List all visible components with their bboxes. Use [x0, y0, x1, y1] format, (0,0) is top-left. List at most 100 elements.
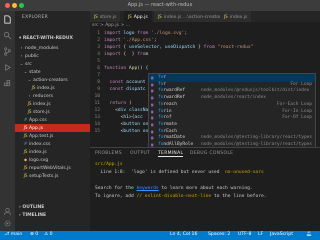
file-tree-item-label: action-creators	[33, 78, 68, 83]
code-line[interactable]: return (	[104, 101, 132, 106]
outline-section-header[interactable]: › OUTLINE	[19, 205, 44, 210]
file-tree-item-label: index.js	[33, 102, 51, 107]
file-tree-item[interactable]: ⌄ src	[15, 60, 90, 68]
suggestion-rest: r	[163, 81, 167, 87]
file-tree-item[interactable]: ⌄ state	[15, 68, 90, 76]
editor-tab-label: App.js	[133, 15, 148, 20]
files-icon[interactable]	[3, 15, 12, 24]
file-tree-item[interactable]: JS index.js	[15, 100, 90, 108]
code-line[interactable]: import './App.css';	[104, 38, 157, 43]
panel-tab[interactable]: PROBLEMS	[95, 151, 122, 156]
js-file-icon: JS	[27, 101, 32, 106]
terminal-line: Search for the keywords to learn more ab…	[95, 186, 253, 191]
js-file-icon: JS	[128, 14, 132, 19]
js-file-icon: JS	[224, 14, 228, 19]
file-tree-item[interactable]: JS reportWebVitals.js	[15, 164, 90, 172]
code-line[interactable]: const dispatc	[104, 87, 146, 92]
terminal-line: Line 1:8: 'logo' is defined but never us…	[95, 170, 264, 175]
line-number: 8	[97, 80, 100, 85]
code-line[interactable]: <button on	[104, 122, 149, 127]
suggestion-rest: rmatDate	[163, 135, 186, 141]
code-line[interactable]: import logo from './logo.svg';	[104, 31, 187, 36]
editor-tab[interactable]: JS index.js ...\action-creators	[154, 11, 229, 22]
code-line[interactable]: const account	[104, 80, 146, 85]
code-line[interactable]: <div className	[104, 108, 154, 113]
file-tree-item[interactable]: ⌄ action-creators	[15, 76, 90, 84]
editor-tab-label: store.js	[99, 15, 117, 20]
file-tree-item[interactable]: JS App.js	[15, 124, 90, 132]
extensions-icon[interactable]	[3, 79, 12, 88]
file-tree-item[interactable]: JS setupTests.js	[15, 172, 90, 180]
suggestion-rest: r	[163, 75, 167, 80]
indentation[interactable]: Spaces: 2	[208, 232, 230, 237]
line-number: 2	[97, 38, 100, 43]
suggestion-rest: rEach	[163, 128, 177, 134]
file-tree-item[interactable]: › public	[15, 52, 90, 60]
panel-tab[interactable]: TERMINAL	[158, 151, 184, 157]
code-line[interactable]: function App() {	[104, 66, 148, 71]
account-icon[interactable]	[3, 207, 12, 216]
line-number: 14	[94, 122, 100, 127]
line-number: 15	[94, 129, 100, 134]
cursor-position[interactable]: Ln 4, Col 16	[170, 232, 197, 237]
file-tree: › node_modules › public ⌄ src ⌄ state ⌄ action-cr…	[15, 44, 90, 180]
code-line[interactable]: <h1>{acc	[104, 115, 143, 120]
file-tree-item[interactable]: › reducers	[15, 92, 90, 100]
errors-count[interactable]: ⊗ 0	[30, 232, 38, 237]
title-bar: App.js — react-with-redux	[0, 0, 320, 11]
suggestion-rest: reach	[163, 101, 177, 107]
file-tree-item[interactable]: JS store.js	[15, 108, 90, 116]
branch-name: main	[10, 232, 23, 237]
file-tree-item-label: public	[25, 54, 39, 59]
line-number: 1	[97, 31, 100, 36]
file-tree-item[interactable]: › node_modules	[15, 44, 90, 52]
js-file-icon: JS	[23, 173, 28, 178]
file-tree-item[interactable]: ◆ logo.svg	[15, 156, 90, 164]
notifications-bell-icon[interactable]: 🔔︎	[306, 232, 312, 237]
language-mode[interactable]: JavaScript	[270, 232, 293, 237]
terminal-line: To ignore, add // eslint-disable-next-li…	[95, 194, 267, 199]
file-tree-item-label: index.js	[37, 86, 55, 91]
breadcrumb[interactable]: src > App.js > ...	[92, 23, 130, 28]
panel-tab[interactable]: DEBUG CONSOLE	[190, 151, 233, 156]
file-tree-item[interactable]: JS index.js	[15, 148, 90, 156]
file-tree-item-label: App.js	[29, 126, 44, 131]
run-debug-icon[interactable]	[3, 63, 12, 72]
code-line[interactable]: import { useSelector, useDispatch } from…	[104, 45, 253, 50]
file-tree-item[interactable]: # App.css	[15, 116, 90, 124]
editor-tab[interactable]: JS App.js	[124, 11, 153, 22]
file-tree-item-label: index.css	[29, 142, 51, 147]
branch-indicator[interactable]: ⎇ main	[4, 232, 22, 237]
line-endings[interactable]: LF	[258, 232, 263, 237]
chevron-right-icon: ›	[20, 53, 23, 58]
line-number: 12	[94, 108, 100, 113]
code-line[interactable]: <button on	[104, 129, 149, 134]
editor-tab-label: index.js	[229, 15, 248, 20]
file-tree-item-label: reducers	[33, 94, 54, 99]
editor-tab[interactable]: JS store.js	[90, 11, 122, 22]
timeline-section-header[interactable]: › TIMELINE	[19, 213, 46, 218]
source-control-icon[interactable]	[3, 47, 12, 56]
js-file-icon: JS	[94, 14, 98, 19]
file-tree-item[interactable]: JS index.js	[15, 84, 90, 92]
settings-gear-icon[interactable]	[3, 219, 12, 228]
file-tree-item-label: logo.svg	[29, 158, 49, 163]
line-number: 10	[94, 94, 100, 99]
project-folder-header[interactable]: ▾ REACT-WITH-REDUX	[19, 36, 73, 41]
bottom-panel: PROBLEMS OUTPUT TERMINAL DEBUG CONSOLE src/…	[90, 147, 320, 232]
code-line[interactable]: import { } from	[104, 52, 148, 57]
activity-bar	[0, 11, 15, 231]
file-tree-item[interactable]: # index.css	[15, 140, 90, 148]
search-icon[interactable]	[3, 31, 12, 40]
editor-tab-label: index.js ...\action-creators	[163, 15, 224, 20]
css-file-icon: #	[23, 141, 28, 146]
project-name: REACT-WITH-REDUX	[22, 36, 73, 41]
js-file-icon: JS	[27, 109, 32, 114]
file-tree-item[interactable]: JS App.test.js	[15, 132, 90, 140]
suggestion-rest: rwardRef	[163, 95, 186, 101]
chevron-down-icon: ⌄	[23, 69, 28, 74]
warnings-count[interactable]: ⚠ 0	[44, 232, 53, 237]
panel-tab[interactable]: OUTPUT	[130, 151, 150, 156]
editor-tab[interactable]: JS index.js	[220, 11, 253, 22]
encoding[interactable]: UTF-8	[238, 232, 251, 237]
